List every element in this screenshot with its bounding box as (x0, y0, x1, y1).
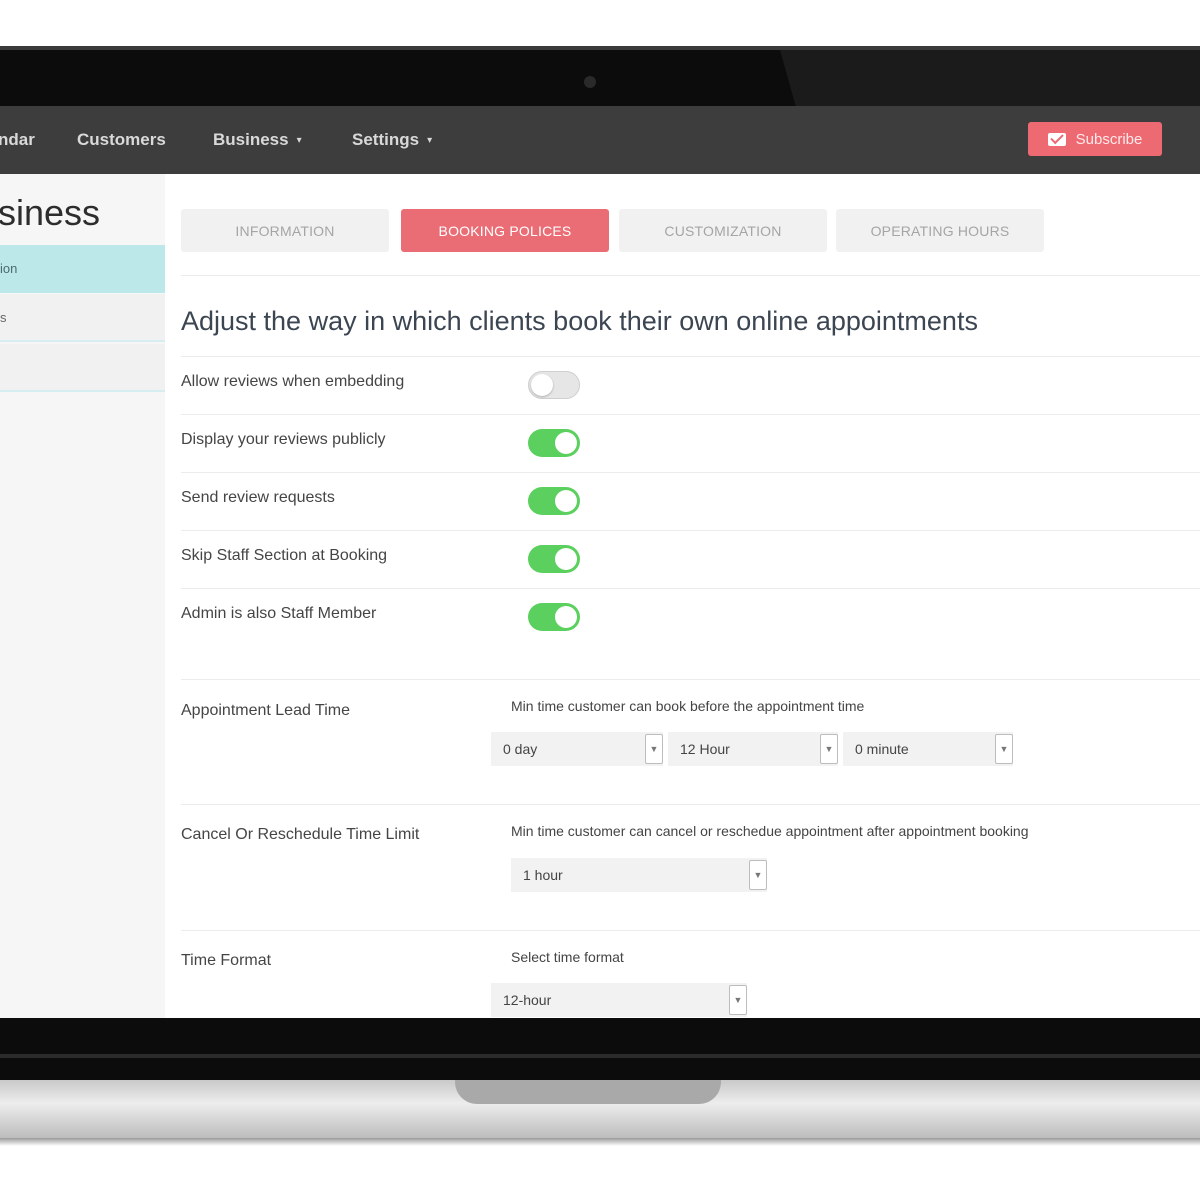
bezel-reflection (780, 50, 1200, 110)
tab-label: CUSTOMIZATION (664, 222, 782, 239)
bezel-strip (0, 1054, 1200, 1058)
toggle-knob (555, 606, 577, 628)
select-value: 1 hour (523, 867, 563, 883)
time-format-label: Time Format (181, 952, 272, 969)
setting-row-skip-staff: Skip Staff Section at Booking (181, 531, 1200, 589)
chevron-down-icon: ▼ (749, 860, 767, 890)
lead-time-help: Min time customer can book before the ap… (511, 698, 865, 714)
chevron-down-icon: ▼ (820, 734, 838, 764)
nav-item-settings[interactable]: Settings ▾ (352, 130, 432, 150)
caret-down-icon: ▾ (296, 135, 302, 146)
divider (181, 930, 1200, 931)
tab-customization[interactable]: CUSTOMIZATION (619, 209, 827, 252)
camera-icon (584, 76, 596, 88)
mail-icon (1047, 132, 1066, 146)
setting-label: Admin is also Staff Member (181, 605, 377, 622)
review-requests-toggle[interactable] (528, 487, 580, 515)
top-navbar: ndar Customers Business ▾ Settings ▾ Subsc… (0, 106, 1200, 174)
lead-time-minute-select[interactable]: 0 minute ▼ (843, 732, 1013, 766)
divider (181, 679, 1200, 680)
setting-row-review-requests: Send review requests (181, 473, 1200, 531)
select-value: 12-hour (503, 992, 552, 1008)
laptop-bezel-bottom (0, 1018, 1200, 1080)
sidebar-item-second[interactable]: s (0, 294, 165, 342)
tab-operating-hours[interactable]: OPERATING HOURS (836, 209, 1044, 252)
laptop-base (0, 1080, 1200, 1138)
laptop-shadow (0, 1138, 1200, 1146)
setting-row-admin-staff: Admin is also Staff Member (181, 589, 1200, 647)
subscribe-label: Subscribe (1075, 130, 1143, 148)
time-format-select[interactable]: 12-hour ▼ (491, 983, 747, 1017)
divider (181, 275, 1200, 276)
chevron-down-icon: ▼ (645, 734, 663, 764)
tab-information[interactable]: INFORMATION (181, 209, 389, 252)
cancel-limit-select[interactable]: 1 hour ▼ (511, 858, 767, 892)
page-heading: Adjust the way in which clients book the… (181, 306, 978, 336)
sidebar-item-label: s (0, 310, 7, 325)
select-value: 12 Hour (680, 741, 730, 757)
sidebar: siness ion s (0, 174, 165, 1018)
skip-staff-toggle[interactable] (528, 545, 580, 573)
setting-label: Allow reviews when embedding (181, 373, 405, 390)
toggle-knob (555, 490, 577, 512)
nav-item-customers[interactable]: Customers (77, 130, 166, 150)
allow-reviews-toggle[interactable] (528, 371, 580, 399)
nav-item-label: Settings (352, 130, 420, 149)
setting-row-display-reviews: Display your reviews publicly (181, 415, 1200, 473)
setting-label: Skip Staff Section at Booking (181, 547, 388, 564)
laptop-notch (455, 1080, 721, 1104)
chevron-down-icon: ▼ (729, 985, 747, 1015)
toggle-knob (555, 548, 577, 570)
laptop-bezel-top (0, 46, 1200, 110)
setting-label: Display your reviews publicly (181, 431, 386, 448)
nav-item-calendar[interactable]: ndar (0, 130, 35, 150)
setting-row-allow-reviews: Allow reviews when embedding (181, 357, 1200, 415)
tab-booking-polices[interactable]: BOOKING POLICES (401, 209, 609, 252)
tab-label: INFORMATION (235, 222, 335, 239)
sidebar-title: siness (0, 192, 101, 233)
divider (181, 804, 1200, 805)
app-screen: ndar Customers Business ▾ Settings ▾ Subsc… (0, 106, 1200, 1018)
lead-time-day-select[interactable]: 0 day ▼ (491, 732, 663, 766)
nav-item-business[interactable]: Business ▾ (213, 130, 302, 150)
sidebar-item-label: ion (0, 261, 18, 276)
main-content: INFORMATION BOOKING POLICES CUSTOMIZATIO… (165, 174, 1200, 1018)
time-format-help: Select time format (511, 949, 624, 965)
select-value: 0 day (503, 741, 538, 757)
lead-time-label: Appointment Lead Time (181, 702, 350, 719)
admin-staff-toggle[interactable] (528, 603, 580, 631)
subscribe-button[interactable]: Subscribe (1028, 122, 1162, 156)
tab-label: BOOKING POLICES (438, 222, 572, 239)
lead-time-hour-select[interactable]: 12 Hour ▼ (668, 732, 838, 766)
setting-label: Send review requests (181, 489, 335, 506)
tab-label: OPERATING HOURS (870, 222, 1010, 239)
toggle-knob (555, 432, 577, 454)
select-value: 0 minute (855, 741, 909, 757)
toggle-knob (531, 374, 553, 396)
nav-item-label: Business (213, 130, 289, 149)
display-reviews-toggle[interactable] (528, 429, 580, 457)
cancel-limit-help: Min time customer can cancel or reschedu… (511, 823, 1029, 839)
sidebar-item-information[interactable]: ion (0, 245, 165, 293)
chevron-down-icon: ▼ (995, 734, 1013, 764)
nav-item-label: ndar (0, 130, 35, 149)
nav-item-label: Customers (77, 130, 166, 149)
caret-down-icon: ▾ (427, 135, 433, 146)
cancel-limit-label: Cancel Or Reschedule Time Limit (181, 826, 420, 843)
sidebar-item-third[interactable] (0, 344, 165, 392)
